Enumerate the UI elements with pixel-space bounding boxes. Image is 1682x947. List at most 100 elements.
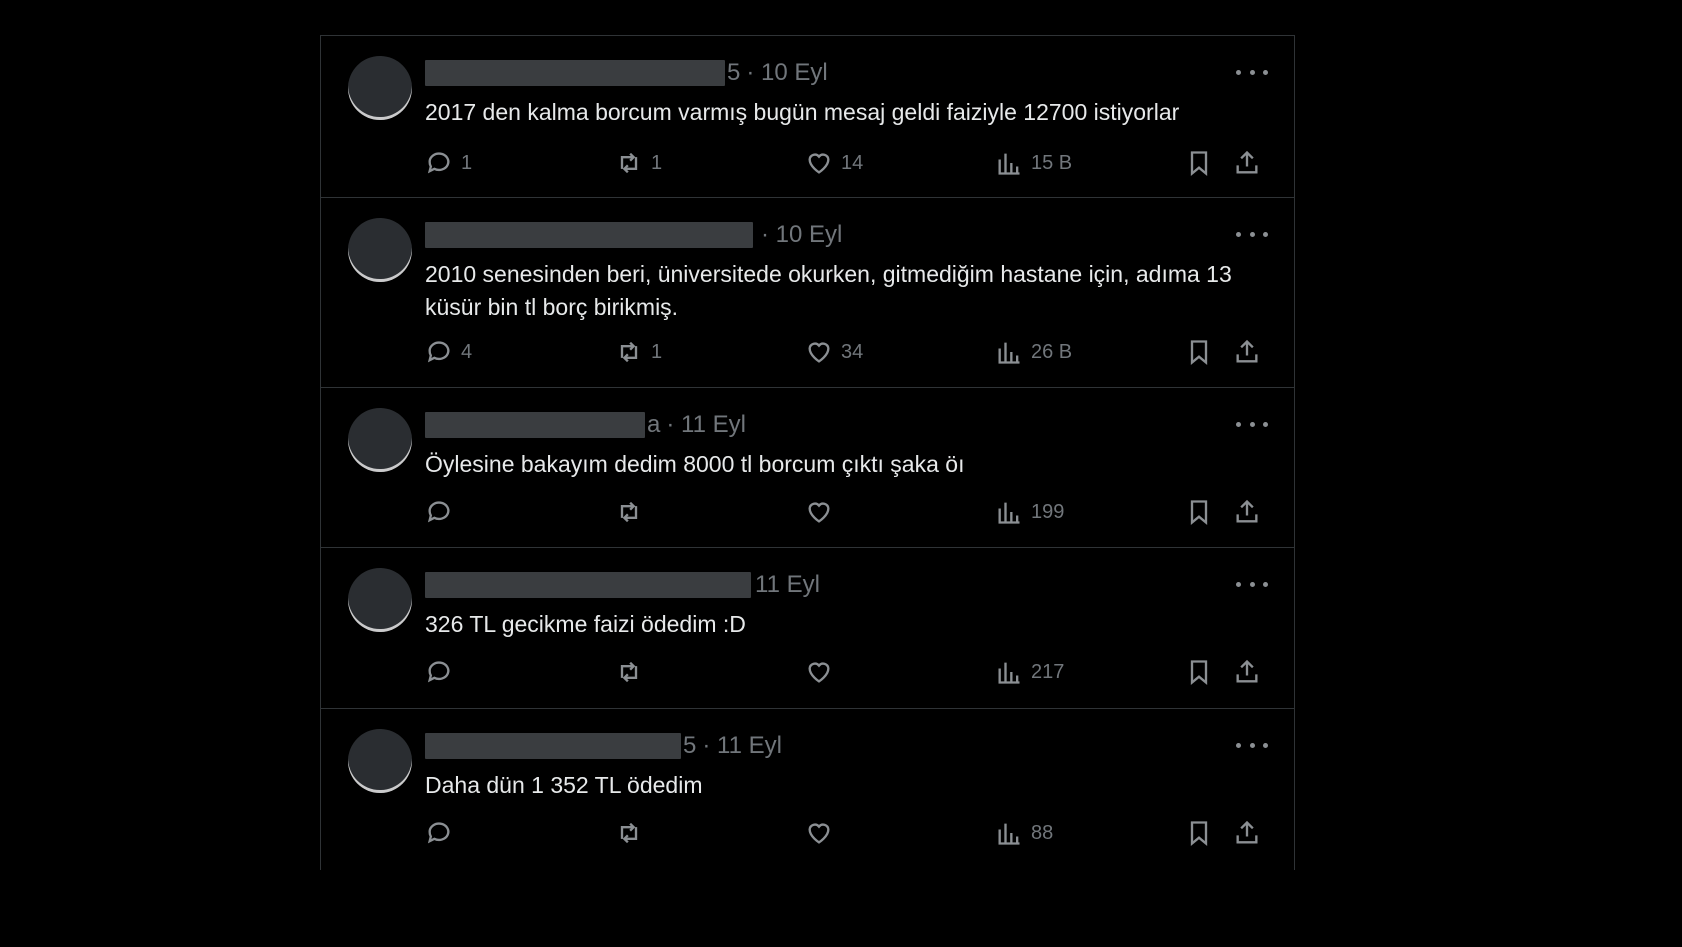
bookmark-icon — [1190, 500, 1208, 525]
share-icon — [1236, 150, 1258, 174]
views-icon — [998, 502, 1020, 524]
tweet-feed: 5 · 10 Eyl 2017 den kalma borcum varmış … — [320, 35, 1295, 870]
tweet-text: Daha dün 1 352 TL ödedim — [425, 772, 703, 798]
views-count: 217 — [1031, 660, 1065, 683]
redacted-username — [425, 733, 681, 759]
avatar[interactable] — [348, 56, 412, 120]
tweet-date[interactable]: · 11 Eyl — [702, 732, 782, 760]
views-button[interactable]: 26 B — [995, 335, 1072, 369]
avatar[interactable] — [348, 408, 412, 472]
tweet[interactable]: 11 Eyl 326 TL gecikme faizi ödedim :D 21… — [321, 548, 1294, 709]
retweet-icon — [620, 152, 638, 174]
avatar[interactable] — [348, 218, 412, 282]
tweet[interactable]: 5 · 11 Eyl Daha dün 1 352 TL ödedim 88 — [321, 709, 1294, 867]
tweet-text: 2010 senesinden beri, üniversitede okurk… — [425, 261, 1232, 320]
redacted-username — [425, 222, 753, 248]
reply-button[interactable] — [425, 495, 461, 529]
bookmark-icon — [1190, 660, 1208, 685]
tweet-text: Öylesine bakayım dedim 8000 tl borcum çı… — [425, 451, 965, 477]
retweet-button[interactable] — [615, 816, 651, 850]
avatar[interactable] — [348, 568, 412, 632]
tweet-date[interactable]: 11 Eyl — [755, 571, 820, 599]
reply-icon — [427, 152, 450, 174]
bookmark-button[interactable] — [1185, 146, 1213, 180]
reply-count: 4 — [461, 340, 473, 363]
views-button[interactable]: 217 — [995, 655, 1064, 689]
share-icon — [1236, 339, 1258, 363]
share-button[interactable] — [1233, 146, 1261, 180]
tweet-text: 326 TL gecikme faizi ödedim :D — [425, 611, 746, 637]
views-count: 15 B — [1031, 151, 1073, 174]
bookmark-button[interactable] — [1185, 816, 1213, 850]
share-button[interactable] — [1233, 335, 1261, 369]
tweet[interactable]: · 10 Eyl 2010 senesinden beri, üniversit… — [321, 198, 1294, 388]
retweet-icon — [620, 501, 638, 523]
bookmark-button[interactable] — [1185, 655, 1213, 689]
like-button[interactable]: 34 — [805, 335, 863, 369]
heart-icon — [808, 342, 830, 363]
views-button[interactable]: 88 — [995, 816, 1053, 850]
redacted-username — [425, 60, 725, 86]
reply-button[interactable]: 1 — [425, 146, 472, 180]
like-count: 14 — [841, 151, 864, 174]
tweet[interactable]: a · 11 Eyl Öylesine bakayım dedim 8000 t… — [321, 388, 1294, 548]
share-button[interactable] — [1233, 495, 1261, 529]
retweet-button[interactable]: 1 — [615, 146, 662, 180]
like-button[interactable] — [805, 495, 841, 529]
heart-icon — [808, 823, 830, 844]
reply-icon — [427, 822, 450, 844]
redacted-tail: 5 — [727, 59, 741, 86]
retweet-icon — [620, 341, 638, 363]
more-icon[interactable] — [1236, 60, 1268, 84]
tweet-actions: 199 — [425, 495, 1268, 529]
more-icon[interactable] — [1236, 222, 1268, 246]
views-count: 26 B — [1031, 340, 1073, 363]
like-button[interactable] — [805, 655, 841, 689]
retweet-button[interactable] — [615, 655, 651, 689]
share-button[interactable] — [1233, 816, 1261, 850]
share-icon — [1236, 659, 1258, 683]
tweet-actions: 1 1 14 15 B — [425, 146, 1268, 180]
bookmark-button[interactable] — [1185, 335, 1213, 369]
tweet-actions: 88 — [425, 816, 1268, 850]
tweet-date[interactable]: · 11 Eyl — [666, 411, 746, 439]
tweet[interactable]: 5 · 10 Eyl 2017 den kalma borcum varmış … — [321, 36, 1294, 198]
more-icon[interactable] — [1236, 412, 1268, 436]
reply-button[interactable] — [425, 655, 461, 689]
retweet-button[interactable] — [615, 495, 651, 529]
reply-icon — [427, 341, 450, 363]
views-button[interactable]: 199 — [995, 495, 1064, 529]
like-count: 34 — [841, 340, 864, 363]
views-button[interactable]: 15 B — [995, 146, 1072, 180]
retweet-button[interactable]: 1 — [615, 335, 662, 369]
heart-icon — [808, 153, 830, 174]
redacted-tail: 5 — [683, 732, 697, 759]
reply-button[interactable]: 4 — [425, 335, 472, 369]
retweet-icon — [620, 661, 638, 683]
like-button[interactable]: 14 — [805, 146, 863, 180]
tweet-date[interactable]: · 10 Eyl — [746, 59, 827, 87]
heart-icon — [808, 502, 830, 523]
bookmark-icon — [1190, 151, 1208, 176]
redacted-username — [425, 572, 751, 598]
reply-icon — [427, 661, 450, 683]
retweet-count: 1 — [651, 340, 663, 363]
more-icon[interactable] — [1236, 572, 1268, 596]
tweet-header: · 10 Eyl — [425, 220, 842, 250]
heart-icon — [808, 662, 830, 683]
like-button[interactable] — [805, 816, 841, 850]
reply-icon — [427, 501, 450, 523]
retweet-icon — [620, 822, 638, 844]
tweet-header: 5 · 11 Eyl — [425, 731, 782, 761]
tweet-date[interactable]: · 10 Eyl — [761, 221, 842, 249]
avatar[interactable] — [348, 729, 412, 793]
tweet-actions: 4 1 34 26 B — [425, 335, 1268, 369]
tweet-text: 2017 den kalma borcum varmış bugün mesaj… — [425, 99, 1180, 125]
reply-button[interactable] — [425, 816, 461, 850]
views-icon — [998, 823, 1020, 845]
more-icon[interactable] — [1236, 733, 1268, 757]
tweet-header: 11 Eyl — [425, 570, 820, 600]
share-button[interactable] — [1233, 655, 1261, 689]
share-icon — [1236, 820, 1258, 844]
bookmark-button[interactable] — [1185, 495, 1213, 529]
